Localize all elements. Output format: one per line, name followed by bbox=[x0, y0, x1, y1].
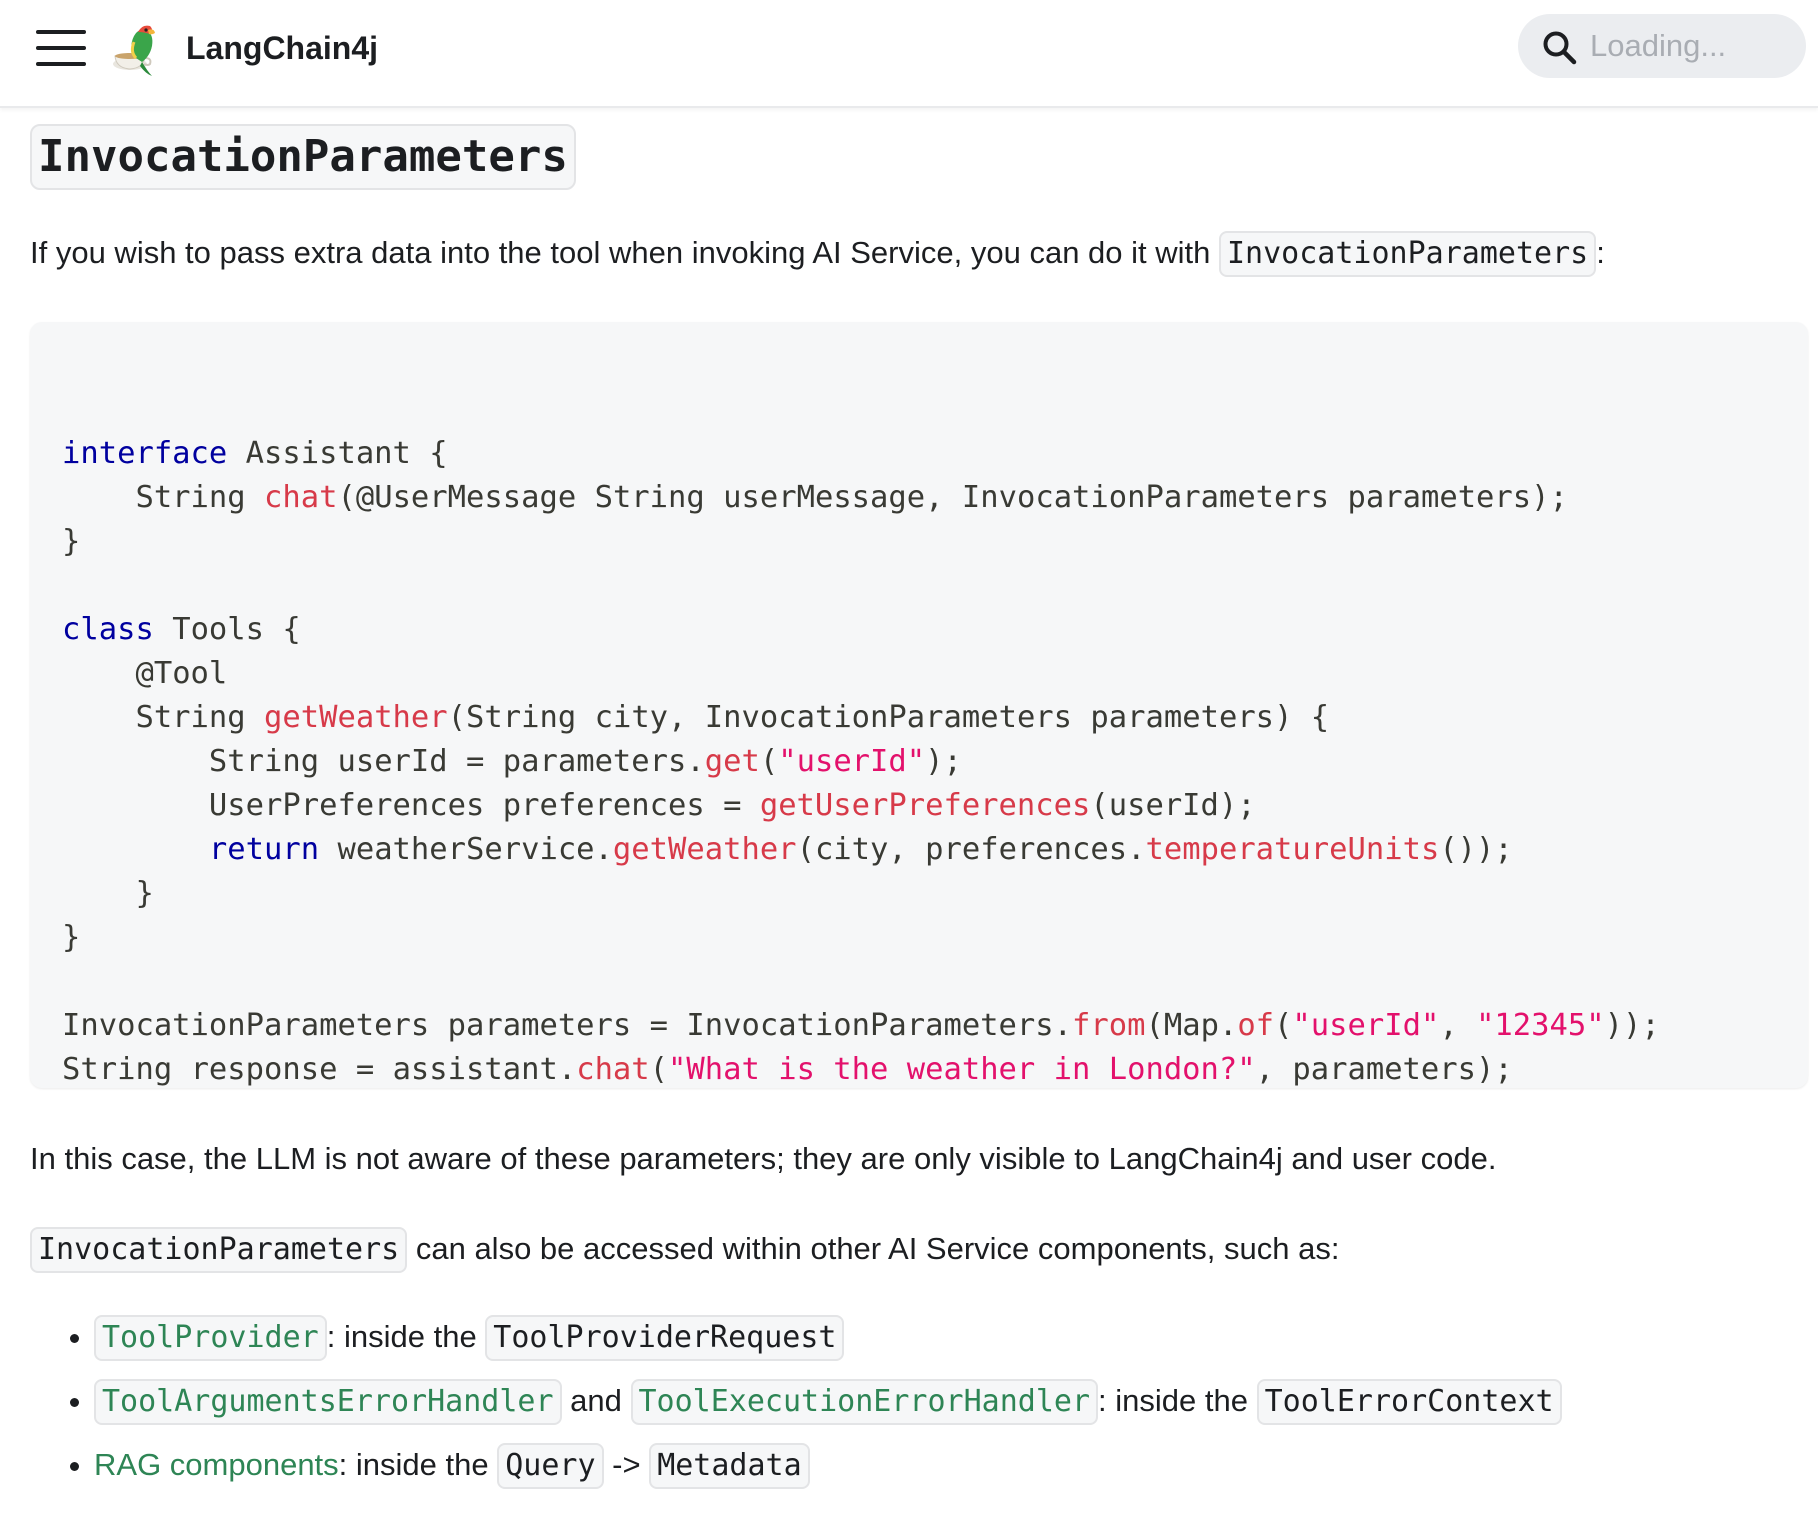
list-item-code: Query bbox=[497, 1443, 604, 1489]
list-item-text: : inside the bbox=[1098, 1383, 1257, 1418]
code-line: } bbox=[62, 920, 81, 955]
list-item-text: and bbox=[561, 1383, 631, 1418]
site-title[interactable]: LangChain4j bbox=[186, 28, 378, 68]
langchain4j-parrot-logo[interactable] bbox=[108, 18, 168, 78]
components-text: can also be accessed within other AI Ser… bbox=[407, 1231, 1340, 1266]
code-line: interface Assistant { bbox=[62, 436, 448, 471]
code-line: InvocationParameters parameters = Invoca… bbox=[62, 1008, 1660, 1043]
intro-paragraph: If you wish to pass extra data into the … bbox=[30, 230, 1605, 277]
code-line: String response = assistant.chat("What i… bbox=[62, 1052, 1513, 1087]
components-paragraph: InvocationParameters can also be accesse… bbox=[30, 1226, 1339, 1273]
list-item-text: : inside the bbox=[326, 1319, 486, 1354]
section-heading: InvocationParameters bbox=[30, 124, 1808, 190]
list-item: ToolProvider: inside the ToolProviderReq… bbox=[94, 1314, 1562, 1361]
intro-suffix: : bbox=[1596, 235, 1605, 270]
code-line: String userId = parameters.get("userId")… bbox=[208, 744, 962, 779]
llm-awareness-paragraph: In this case, the LLM is not aware of th… bbox=[30, 1141, 1497, 1176]
list-item-code: Metadata bbox=[649, 1443, 810, 1489]
components-inline-code: InvocationParameters bbox=[30, 1227, 408, 1273]
menu-icon[interactable] bbox=[36, 28, 86, 68]
list-item-text: -> bbox=[603, 1447, 650, 1482]
code-content: interface Assistant { String chat(@UserM… bbox=[62, 388, 1660, 1092]
rag-components-link[interactable]: RAG components bbox=[94, 1447, 339, 1482]
code-line: } bbox=[62, 524, 81, 559]
list-item-code: ToolProviderRequest bbox=[485, 1315, 845, 1361]
code-line: @Tool bbox=[62, 656, 228, 691]
code-line: } bbox=[62, 876, 154, 911]
search-icon bbox=[1543, 31, 1577, 65]
doc-content: InvocationParameters If you wish to pass… bbox=[30, 124, 1808, 1489]
code-line: String getWeather(String city, Invocatio… bbox=[135, 700, 1330, 735]
section-heading-code: InvocationParameters bbox=[30, 124, 576, 190]
list-item: RAG components: inside the Query -> Meta… bbox=[94, 1442, 1562, 1489]
code-line: String chat(@UserMessage String userMess… bbox=[135, 480, 1568, 515]
intro-inline-code: InvocationParameters bbox=[1219, 231, 1597, 277]
components-list: ToolProvider: inside the ToolProviderReq… bbox=[30, 1314, 1562, 1506]
tool-execution-error-handler-link[interactable]: ToolExecutionErrorHandler bbox=[630, 1379, 1099, 1425]
code-line: UserPreferences preferences = getUserPre… bbox=[208, 788, 1256, 823]
code-line: class Tools { bbox=[62, 612, 301, 647]
code-line: return weatherService.getWeather(city, p… bbox=[208, 832, 1513, 867]
search-box[interactable] bbox=[1518, 14, 1806, 78]
tool-arguments-error-handler-link[interactable]: ToolArgumentsErrorHandler bbox=[94, 1379, 562, 1425]
intro-text: If you wish to pass extra data into the … bbox=[30, 235, 1219, 270]
list-item: ToolArgumentsErrorHandler and ToolExecut… bbox=[94, 1378, 1562, 1425]
list-item-text: : inside the bbox=[338, 1447, 498, 1482]
list-item-code: ToolErrorContext bbox=[1256, 1379, 1562, 1425]
tool-provider-link[interactable]: ToolProvider bbox=[94, 1315, 327, 1361]
search-input[interactable] bbox=[1590, 24, 1790, 68]
top-navbar: LangChain4j bbox=[0, 0, 1818, 108]
code-block[interactable]: interface Assistant { String chat(@UserM… bbox=[30, 322, 1808, 1088]
